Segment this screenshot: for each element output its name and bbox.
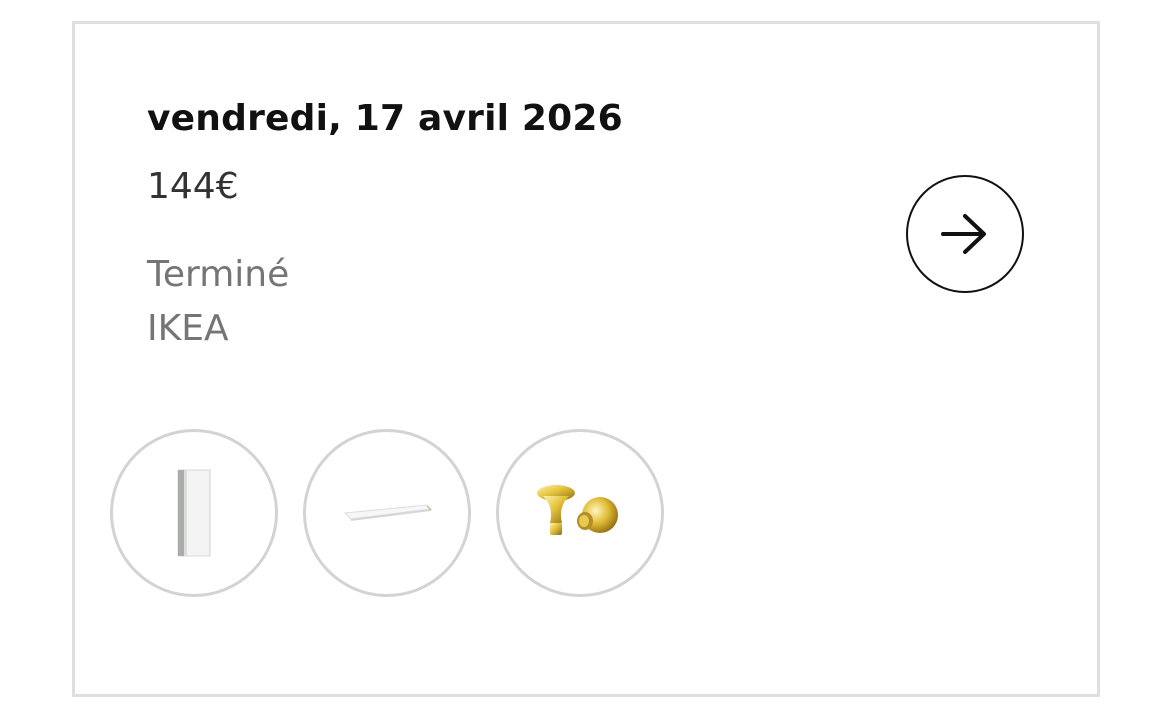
arrow-right-icon [941,214,986,254]
gold-knobs-product-image [537,485,618,535]
open-order-button[interactable] [906,175,1024,293]
product-thumbnail[interactable] [496,429,664,597]
order-store: IKEA [147,308,229,349]
wardrobe-product-image [177,469,211,557]
product-thumbnail[interactable] [110,429,278,597]
order-card[interactable]: vendredi, 17 avril 2026 144€ Terminé IKE… [72,21,1100,697]
order-price: 144€ [147,166,239,207]
order-status: Terminé [147,254,290,295]
product-thumbnail[interactable] [303,429,471,597]
order-date: vendredi, 17 avril 2026 [147,98,623,139]
shelf-product-image [343,504,433,521]
